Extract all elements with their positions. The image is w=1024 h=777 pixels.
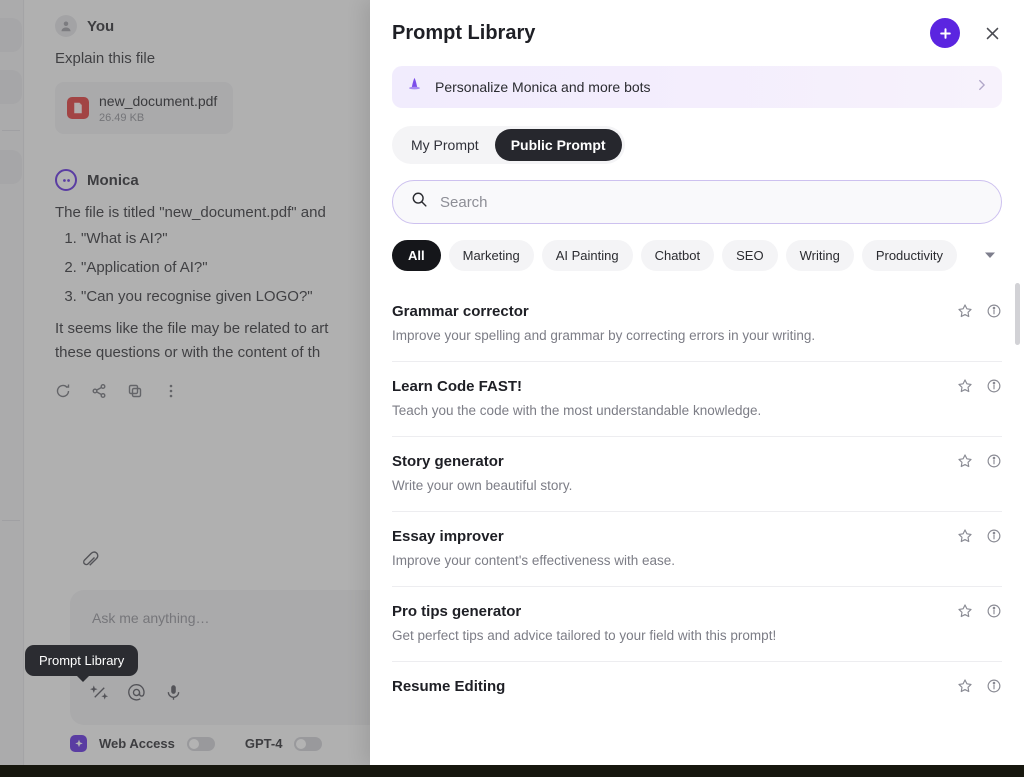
prompt-item-actions	[957, 678, 1002, 694]
star-icon[interactable]	[957, 528, 973, 544]
scrollbar-thumb[interactable]	[1015, 283, 1020, 345]
star-icon[interactable]	[957, 603, 973, 619]
prompt-list: Grammar corrector Improve your spelling …	[370, 287, 1024, 765]
prompt-title: Resume Editing	[392, 678, 506, 695]
prompt-title: Story generator	[392, 453, 504, 470]
prompt-item-actions	[957, 303, 1002, 319]
info-icon[interactable]	[986, 453, 1002, 469]
tab-my-prompt[interactable]: My Prompt	[395, 129, 495, 161]
star-icon[interactable]	[957, 678, 973, 694]
prompt-description: Get perfect tips and advice tailored to …	[392, 628, 777, 643]
category-filter-chips: All Marketing AI Painting Chatbot SEO Wr…	[392, 240, 1002, 271]
list-item[interactable]: Learn Code FAST! Teach you the code with…	[392, 362, 1002, 437]
app-screenshot: You Explain this file new_document.pdf 2…	[0, 0, 1024, 777]
chip-writing[interactable]: Writing	[785, 240, 854, 271]
prompt-item-actions	[957, 378, 1002, 394]
prompt-description: Teach you the code with the most underst…	[392, 403, 762, 418]
wizard-hat-icon	[406, 76, 423, 98]
list-item[interactable]: Resume Editing	[392, 662, 1002, 721]
info-icon[interactable]	[986, 303, 1002, 319]
search-bar[interactable]	[392, 180, 1002, 224]
chip-chatbot[interactable]: Chatbot	[640, 240, 715, 271]
info-icon[interactable]	[986, 378, 1002, 394]
prompt-library-tooltip: Prompt Library	[25, 645, 139, 682]
prompt-source-tabs: My Prompt Public Prompt	[392, 126, 625, 164]
personalize-banner[interactable]: Personalize Monica and more bots	[392, 66, 1002, 108]
list-item[interactable]: Essay improver Improve your content's ef…	[392, 512, 1002, 587]
prompt-title: Learn Code FAST!	[392, 378, 523, 395]
list-item[interactable]: Grammar corrector Improve your spelling …	[392, 287, 1002, 362]
chevron-down-icon[interactable]	[978, 246, 1002, 266]
close-button[interactable]	[980, 21, 1004, 45]
panel-header: Prompt Library	[370, 0, 1024, 66]
list-item[interactable]: Story generator Write your own beautiful…	[392, 437, 1002, 512]
chevron-right-icon	[977, 78, 986, 96]
chip-seo[interactable]: SEO	[722, 240, 778, 271]
info-icon[interactable]	[986, 603, 1002, 619]
tab-public-prompt[interactable]: Public Prompt	[494, 129, 622, 161]
window-bottom-bar	[0, 765, 1024, 777]
star-icon[interactable]	[957, 453, 973, 469]
info-icon[interactable]	[986, 528, 1002, 544]
prompt-title: Pro tips generator	[392, 603, 522, 620]
star-icon[interactable]	[957, 303, 973, 319]
list-item[interactable]: Pro tips generator Get perfect tips and …	[392, 587, 1002, 662]
chip-productivity[interactable]: Productivity	[861, 240, 958, 271]
prompt-description: Improve your spelling and grammar by cor…	[392, 328, 816, 343]
chip-all[interactable]: All	[392, 240, 441, 271]
prompt-description: Improve your content's effectiveness wit…	[392, 553, 675, 568]
prompt-item-actions	[957, 453, 1002, 469]
prompt-title: Grammar corrector	[392, 303, 529, 320]
list-scrollbar[interactable]	[1015, 283, 1020, 753]
chip-marketing[interactable]: Marketing	[448, 240, 534, 271]
personalize-banner-text: Personalize Monica and more bots	[435, 79, 651, 95]
panel-header-actions	[930, 18, 1004, 48]
add-prompt-button[interactable]	[930, 18, 960, 48]
prompt-description: Write your own beautiful story.	[392, 478, 573, 493]
prompt-title: Essay improver	[392, 528, 504, 545]
prompt-item-actions	[957, 528, 1002, 544]
search-icon	[411, 191, 428, 213]
page-title: Prompt Library	[392, 21, 536, 44]
prompt-item-actions	[957, 603, 1002, 619]
prompt-library-panel: Prompt Library Personalize Monica and mo…	[370, 0, 1024, 765]
star-icon[interactable]	[957, 378, 973, 394]
search-input[interactable]	[440, 193, 983, 211]
info-icon[interactable]	[986, 678, 1002, 694]
chip-ai-painting[interactable]: AI Painting	[541, 240, 633, 271]
